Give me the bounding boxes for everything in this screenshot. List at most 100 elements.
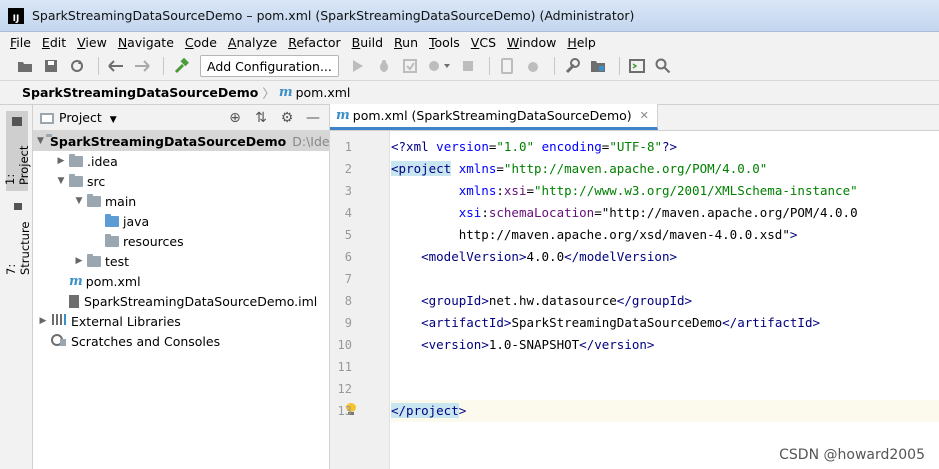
code-line[interactable]: <modelVersion>4.0.0</modelVersion> [391, 246, 939, 268]
code-line[interactable] [391, 378, 939, 400]
collapse-all-icon[interactable]: ⇅ [251, 109, 271, 127]
project-view-selector[interactable]: Project ▼ [59, 110, 117, 125]
menu-help[interactable]: Help [567, 35, 596, 50]
line-number: 11 [337, 360, 352, 374]
tree-item-label: SparkStreamingDataSourceDemo.iml [84, 293, 318, 309]
tree-item[interactable]: m pom.xml [33, 271, 330, 291]
editor-tab-pom[interactable]: m pom.xml (SparkStreamingDataSourceDemo)… [330, 104, 658, 130]
code-line[interactable]: <version>1.0-SNAPSHOT</version> [391, 334, 939, 356]
code-line[interactable]: xsi:schemaLocation="http://maven.apache.… [391, 202, 939, 224]
maven-file-icon: m [278, 85, 293, 100]
stop-icon[interactable] [457, 55, 479, 77]
folder-icon [87, 253, 101, 267]
gear-icon[interactable]: ⚙ [277, 109, 297, 127]
folder-icon [87, 193, 101, 207]
toolbar-separator [98, 57, 99, 75]
terminal-icon[interactable] [626, 55, 648, 77]
menu-navigate[interactable]: Navigate [118, 35, 174, 50]
code-line[interactable]: <?xml version="1.0" encoding="UTF-8"?> [391, 136, 939, 158]
chevron-down-icon[interactable]: ▼ [73, 196, 85, 206]
chevron-right-icon[interactable]: ▶ [37, 316, 49, 326]
code-line[interactable]: </project> [391, 400, 939, 422]
toolbar-separator [488, 57, 490, 75]
search-icon[interactable] [652, 55, 674, 77]
device-icon[interactable] [496, 55, 518, 77]
menu-code[interactable]: Code [185, 35, 217, 50]
hide-minus-icon[interactable]: — [303, 109, 323, 127]
breadcrumb-project[interactable]: SparkStreamingDataSourceDemo [22, 85, 258, 100]
chevron-down-icon: ▼ [109, 115, 117, 125]
code-line[interactable]: <groupId>net.hw.datasource</groupId> [391, 290, 939, 312]
tool-tab-project[interactable]: 1: Project [3, 111, 31, 191]
menu-build[interactable]: Build [352, 35, 383, 50]
editor-tab-label: pom.xml (SparkStreamingDataSourceDemo) [352, 108, 632, 123]
libraries-icon [51, 313, 67, 329]
tree-item[interactable]: ▼ main [33, 191, 330, 211]
tree-item[interactable]: ▼ SparkStreamingDataSourceDemo D:\IdeaP [33, 131, 345, 151]
line-number: 5 [344, 228, 352, 242]
menu-view[interactable]: View [77, 35, 107, 50]
project-folder-icon [40, 112, 54, 124]
settings-wrench-icon[interactable] [561, 55, 583, 77]
chevron-right-icon[interactable]: ▶ [73, 256, 85, 266]
code-line[interactable]: <project xmlns="http://maven.apache.org/… [391, 158, 939, 180]
folder-icon [69, 153, 83, 167]
line-number: 3 [344, 184, 352, 198]
menu-file[interactable]: File [10, 35, 31, 50]
back-arrow-icon[interactable] [105, 55, 127, 77]
tool-tab-structure[interactable]: 7: Structure [4, 197, 32, 281]
tool-tab-project-label: 1: Project [3, 145, 31, 185]
menu-edit[interactable]: Edit [42, 35, 66, 50]
build-hammer-icon[interactable] [170, 55, 192, 77]
tree-item[interactable]: SparkStreamingDataSourceDemo.iml [33, 291, 330, 311]
tree-item[interactable]: Scratches and Consoles [33, 331, 330, 351]
open-folder-icon[interactable] [14, 55, 36, 77]
code-line[interactable] [391, 268, 939, 290]
menu-tools[interactable]: Tools [429, 35, 460, 50]
tree-item[interactable]: ▶ test [33, 251, 330, 271]
bug-icon[interactable] [522, 55, 544, 77]
locate-target-icon[interactable]: ⊕ [225, 109, 245, 127]
line-number: 4 [344, 206, 352, 220]
window-title: SparkStreamingDataSourceDemo – pom.xml (… [32, 8, 635, 23]
coverage-icon[interactable] [399, 55, 421, 77]
tree-item[interactable]: ▶ External Libraries [33, 311, 330, 331]
run-icon[interactable] [347, 55, 369, 77]
save-icon[interactable] [40, 55, 62, 77]
tree-item[interactable]: ▼ src [33, 171, 330, 191]
tree-item-label: java [123, 213, 150, 229]
line-number: 2 [344, 162, 352, 176]
window-titlebar: IJ SparkStreamingDataSourceDemo – pom.xm… [0, 0, 939, 32]
menu-vcs[interactable]: VCS [471, 35, 496, 50]
project-structure-icon[interactable] [587, 55, 609, 77]
tree-item-label: resources [123, 233, 184, 249]
tree-item-label: Scratches and Consoles [71, 333, 221, 349]
code-line[interactable]: <artifactId>SparkStreamingDataSourceDemo… [391, 312, 939, 334]
chevron-down-icon[interactable]: ▼ [37, 136, 44, 146]
profile-icon[interactable] [425, 55, 453, 77]
menu-run[interactable]: Run [394, 35, 418, 50]
code-area[interactable]: <?xml version="1.0" encoding="UTF-8"?> <p… [391, 131, 939, 469]
chevron-right-icon[interactable]: ▶ [55, 156, 67, 166]
run-configuration-selector[interactable]: Add Configuration... [200, 55, 339, 77]
tree-item[interactable]: ▶ .idea [33, 151, 330, 171]
folder-icon [12, 117, 22, 126]
scratches-icon [51, 333, 67, 350]
breadcrumb-file[interactable]: pom.xml [296, 85, 351, 100]
tree-item[interactable]: java [33, 211, 330, 231]
code-line[interactable]: xmlns:xsi="http://www.w3.org/2001/XMLSch… [391, 180, 939, 202]
code-line[interactable] [391, 356, 939, 378]
resources-folder-icon [105, 233, 119, 247]
code-line[interactable]: http://maven.apache.org/xsd/maven-4.0.0.… [391, 224, 939, 246]
chevron-down-icon[interactable]: ▼ [55, 176, 67, 186]
menu-analyze[interactable]: Analyze [228, 35, 277, 50]
tree-item[interactable]: resources [33, 231, 330, 251]
line-number: 8 [344, 294, 352, 308]
close-icon[interactable]: ✕ [640, 109, 649, 122]
sync-icon[interactable] [66, 55, 88, 77]
forward-arrow-icon[interactable] [131, 55, 153, 77]
menu-bar: File Edit View Navigate Code Analyze Refactor B… [0, 32, 939, 52]
menu-refactor[interactable]: Refactor [288, 35, 340, 50]
menu-window[interactable]: Window [507, 35, 556, 50]
debug-icon[interactable] [373, 55, 395, 77]
